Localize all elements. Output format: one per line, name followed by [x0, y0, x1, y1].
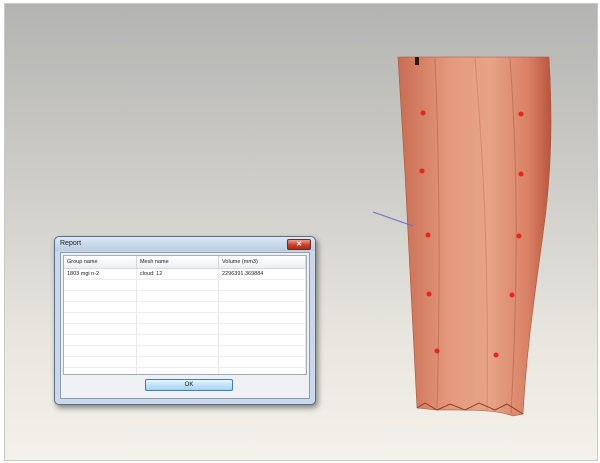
marker — [516, 233, 522, 239]
table-row — [64, 334, 306, 346]
cell — [64, 334, 137, 346]
table-row — [64, 345, 306, 357]
close-icon[interactable]: ✕ — [287, 239, 311, 250]
marker — [518, 171, 524, 177]
cell — [64, 323, 137, 335]
dialog-title: Report — [60, 240, 82, 247]
cell — [218, 323, 306, 335]
cell — [218, 334, 306, 346]
ok-button[interactable]: OK — [145, 379, 233, 391]
cell — [136, 279, 220, 291]
table-row — [64, 312, 306, 324]
cell — [64, 312, 137, 324]
table-row — [64, 279, 306, 291]
marker — [426, 291, 432, 297]
table-row — [64, 301, 306, 313]
cell — [136, 301, 220, 313]
marker — [425, 232, 431, 238]
marker — [493, 352, 499, 358]
cell — [136, 334, 220, 346]
table-row — [64, 290, 306, 302]
cell — [136, 312, 220, 324]
cell-group-name: 1803 mgi n-2 — [64, 268, 137, 280]
cell — [218, 301, 306, 313]
dialog-client-area: Group name Mesh name Volume (mm3) 1803 m… — [60, 252, 310, 399]
report-table-container[interactable]: Group name Mesh name Volume (mm3) 1803 m… — [63, 255, 307, 375]
marker — [420, 110, 426, 116]
table-row — [64, 323, 306, 335]
table-row — [64, 367, 306, 374]
cell — [64, 356, 137, 368]
table-row[interactable]: 1803 mgi n-2 cloud: 12 2296391.369884 — [64, 268, 306, 280]
cell — [218, 356, 306, 368]
column-header-group-name[interactable]: Group name — [64, 256, 137, 269]
marker — [518, 111, 524, 117]
column-header-volume[interactable]: Volume (mm3) — [218, 256, 306, 269]
cell — [64, 367, 137, 374]
column-header-mesh-name[interactable]: Mesh name — [136, 256, 220, 269]
cell — [218, 312, 306, 324]
marker — [419, 168, 425, 174]
cell — [136, 323, 220, 335]
cell — [64, 345, 137, 357]
cell — [218, 279, 306, 291]
cell — [64, 290, 137, 302]
cell — [136, 290, 220, 302]
cell — [64, 301, 137, 313]
leg-mesh-surface — [397, 56, 552, 417]
dialog-titlebar[interactable]: Report ✕ — [55, 237, 315, 251]
marker — [434, 348, 440, 354]
cell — [218, 345, 306, 357]
cell — [136, 367, 220, 374]
cell — [64, 279, 137, 291]
cell — [218, 290, 306, 302]
marker — [509, 292, 515, 298]
report-table: Group name Mesh name Volume (mm3) 1803 m… — [64, 256, 306, 374]
cell — [136, 345, 220, 357]
cell — [218, 367, 306, 374]
cell-mesh-name: cloud: 12 — [136, 268, 220, 280]
mesh-top-marker — [415, 57, 419, 65]
table-header-row: Group name Mesh name Volume (mm3) — [64, 256, 306, 269]
cell-volume: 2296391.369884 — [218, 268, 306, 280]
report-dialog[interactable]: Report ✕ Group name Mesh name Volume (mm… — [54, 236, 316, 405]
table-row — [64, 356, 306, 368]
cell — [136, 356, 220, 368]
